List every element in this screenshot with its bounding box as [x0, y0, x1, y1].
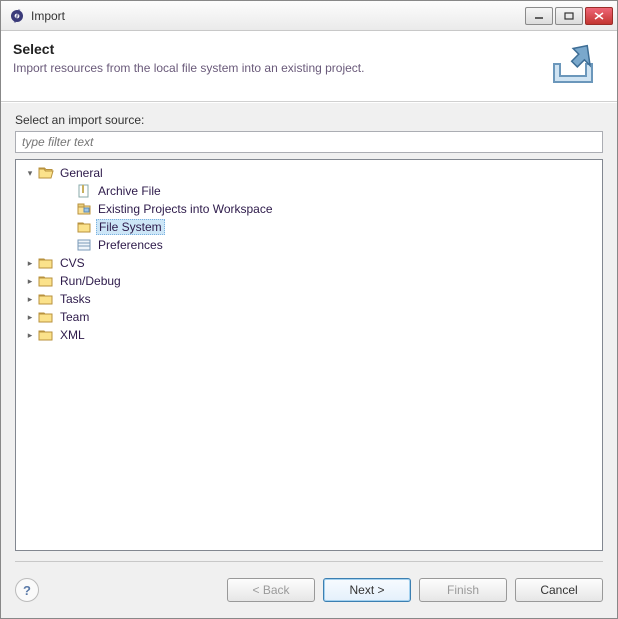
tree-node-general[interactable]: ▾ General — [18, 164, 600, 182]
app-icon — [9, 8, 25, 24]
page-description: Import resources from the local file sys… — [13, 61, 541, 75]
wizard-body: Select an import source: ▾ General Archi… — [1, 102, 617, 562]
folder-open-icon — [38, 165, 54, 181]
folder-icon — [38, 255, 54, 271]
expand-icon[interactable]: ▸ — [24, 275, 36, 287]
wizard-footer: ? < Back Next > Finish Cancel — [1, 562, 617, 618]
folder-icon — [38, 327, 54, 343]
next-button[interactable]: Next > — [323, 578, 411, 602]
tree-item-existing-projects[interactable]: Existing Projects into Workspace — [18, 200, 600, 218]
wizard-header: Select Import resources from the local f… — [1, 31, 617, 102]
tree-label: Tasks — [58, 291, 93, 307]
filter-input[interactable] — [15, 131, 603, 153]
tree-node-team[interactable]: ▸ Team — [18, 308, 600, 326]
expand-icon[interactable]: ▸ — [24, 293, 36, 305]
window-title: Import — [31, 9, 525, 23]
source-label: Select an import source: — [15, 113, 603, 127]
archive-file-icon — [76, 183, 92, 199]
maximize-button[interactable] — [555, 7, 583, 25]
tree-item-preferences[interactable]: Preferences — [18, 236, 600, 254]
folder-icon — [38, 309, 54, 325]
title-bar: Import — [1, 1, 617, 31]
tree-node-xml[interactable]: ▸ XML — [18, 326, 600, 344]
tree-item-archive-file[interactable]: Archive File — [18, 182, 600, 200]
help-button[interactable]: ? — [15, 578, 39, 602]
expand-icon[interactable]: ▸ — [24, 257, 36, 269]
close-button[interactable] — [585, 7, 613, 25]
tree-label: Preferences — [96, 237, 165, 253]
back-button[interactable]: < Back — [227, 578, 315, 602]
tree-node-tasks[interactable]: ▸ Tasks — [18, 290, 600, 308]
tree-label: Run/Debug — [58, 273, 123, 289]
finish-button[interactable]: Finish — [419, 578, 507, 602]
expand-icon[interactable]: ▸ — [24, 329, 36, 341]
tree-label: Team — [58, 309, 91, 325]
import-banner-icon — [541, 41, 605, 89]
tree-label: XML — [58, 327, 87, 343]
folder-icon — [38, 273, 54, 289]
tree-node-cvs[interactable]: ▸ CVS — [18, 254, 600, 272]
tree-node-rundebug[interactable]: ▸ Run/Debug — [18, 272, 600, 290]
project-icon — [76, 201, 92, 217]
import-source-tree[interactable]: ▾ General Archive File Exist — [15, 159, 603, 551]
tree-label: Existing Projects into Workspace — [96, 201, 275, 217]
expand-icon[interactable]: ▸ — [24, 311, 36, 323]
tree-label: CVS — [58, 255, 87, 271]
tree-label: General — [58, 165, 105, 181]
cancel-button[interactable]: Cancel — [515, 578, 603, 602]
page-title: Select — [13, 41, 541, 57]
collapse-icon[interactable]: ▾ — [24, 167, 36, 179]
preferences-icon — [76, 237, 92, 253]
tree-label: Archive File — [96, 183, 163, 199]
folder-icon — [76, 219, 92, 235]
tree-item-file-system[interactable]: File System — [18, 218, 600, 236]
folder-icon — [38, 291, 54, 307]
tree-label: File System — [96, 219, 165, 235]
window-controls — [525, 7, 613, 25]
minimize-button[interactable] — [525, 7, 553, 25]
